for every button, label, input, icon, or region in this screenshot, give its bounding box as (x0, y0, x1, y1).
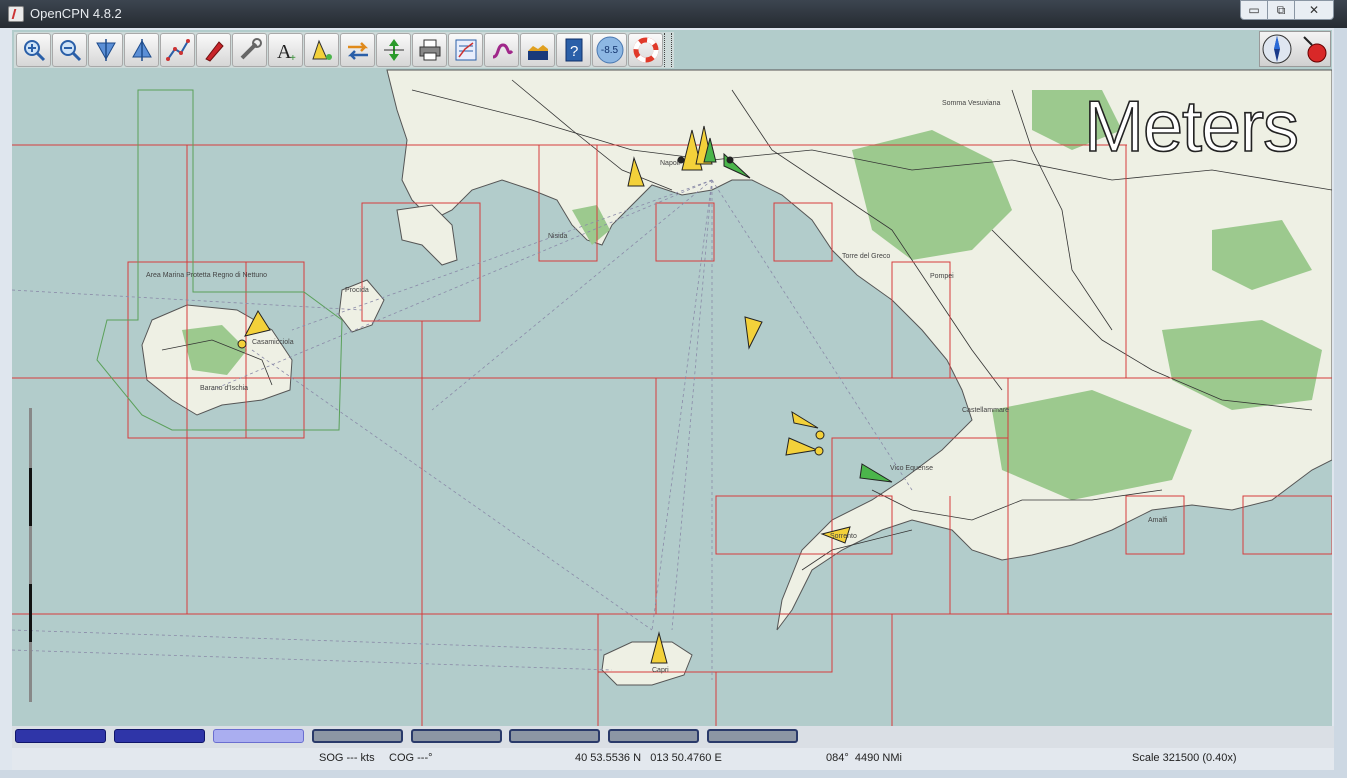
current-icon (347, 42, 368, 60)
ais-anchor-marker (814, 446, 824, 456)
ais-anchor-marker (237, 339, 247, 349)
zoom-level-badge[interactable]: -8.5 (592, 33, 627, 67)
window-border-right (1334, 28, 1347, 778)
piano-key[interactable] (608, 729, 699, 743)
print-button[interactable] (412, 33, 447, 67)
opencpn-window: OpenCPN 4.8.2 ▭ ⧉ ✕ Area Marina Protetta… (0, 0, 1347, 778)
place-label: Casamicciola (252, 339, 294, 346)
tide-icon (383, 39, 404, 61)
color-scheme-icon (527, 45, 548, 60)
main-toolbar: A + ? -8.5 (14, 32, 674, 68)
chart-scale-bar (29, 408, 32, 702)
svg-text:?: ? (570, 43, 578, 60)
zoom-in-button[interactable] (16, 33, 51, 67)
place-label: Torre del Greco (842, 253, 890, 260)
create-route-button[interactable] (160, 33, 195, 67)
color-scheme-button[interactable] (520, 33, 555, 67)
zoom-in-icon (23, 40, 45, 62)
sog-readout: SOG --- kts (319, 752, 375, 764)
place-label: Vico Equense (890, 465, 933, 472)
title-bar[interactable]: OpenCPN 4.8.2 ▭ ⧉ ✕ (0, 0, 1347, 28)
scale-in-button[interactable] (88, 33, 123, 67)
piano-key-current[interactable] (213, 729, 304, 743)
currents-button[interactable] (340, 33, 375, 67)
svg-text:+: + (290, 53, 296, 63)
traffic-lanes (12, 179, 913, 680)
text-button[interactable]: A + (268, 33, 303, 67)
cursor-position-readout: 40 53.5536 N 013 50.4760 E (575, 752, 722, 764)
options-button[interactable] (232, 33, 267, 67)
print-icon (419, 39, 440, 61)
help-button[interactable]: ? (556, 33, 591, 67)
place-label: Barano d'Ischia (200, 385, 248, 392)
zoom-out-icon (59, 40, 81, 62)
place-label: Pompei (930, 273, 954, 280)
opencpn-app-icon (8, 6, 24, 22)
bearing-distance-readout: 084° 4490 NMi (826, 752, 902, 764)
settings-icon (240, 38, 262, 60)
piano-key[interactable] (707, 729, 798, 743)
minimize-button[interactable]: ▭ (1240, 0, 1268, 20)
ais-button[interactable] (304, 33, 339, 67)
scale-out-button[interactable] (124, 33, 159, 67)
status-bar: SOG --- kts COG ---° 40 53.5536 N 013 50… (12, 748, 1334, 770)
ais-vessel (859, 463, 893, 483)
route-manager-button[interactable] (448, 33, 483, 67)
follow-ship-icon (204, 41, 224, 62)
place-label: Procida (345, 287, 369, 294)
compass-icon (1262, 34, 1327, 64)
zoom-level-value: -8.5 (600, 44, 619, 56)
place-label: Napoli (660, 160, 680, 167)
place-label: Sorrento (830, 533, 857, 540)
ais-anchor-marker (726, 156, 734, 164)
route-icon (165, 39, 190, 61)
miseno-cape (396, 204, 458, 266)
window-title: OpenCPN 4.8.2 (30, 6, 122, 21)
piano-key[interactable] (411, 729, 502, 743)
ais-anchor-marker (815, 430, 825, 440)
ais-vessel (744, 316, 763, 350)
maximize-button[interactable]: ⧉ (1267, 0, 1295, 20)
place-label: Somma Vesuviana (942, 100, 1000, 107)
tides-button[interactable] (376, 33, 411, 67)
scale-readout: Scale 321500 (0.40x) (1132, 752, 1237, 764)
piano-key[interactable] (509, 729, 600, 743)
ais-icon (311, 39, 332, 60)
follow-ship-button[interactable] (196, 33, 231, 67)
zoom-out-button[interactable] (52, 33, 87, 67)
piano-key[interactable] (15, 729, 106, 743)
scale-in-icon (95, 39, 116, 61)
man-overboard-button[interactable] (628, 33, 663, 67)
toolbar-grip[interactable] (664, 33, 672, 67)
close-button[interactable]: ✕ (1294, 0, 1334, 20)
text-icon: A+ (277, 41, 296, 63)
route-manager-icon (455, 39, 476, 61)
piano-key[interactable] (114, 729, 205, 743)
track-button[interactable] (484, 33, 519, 67)
track-icon (492, 43, 513, 59)
place-label: Amalfi (1148, 517, 1168, 524)
place-label: Area Marina Protetta Regno di Nettuno (146, 272, 267, 279)
piano-key[interactable] (312, 729, 403, 743)
ais-vessel (791, 410, 819, 429)
compass-gps-widget[interactable] (1259, 31, 1331, 67)
cog-readout: COG ---° (389, 752, 433, 764)
place-label: Nisida (548, 233, 568, 240)
ais-vessel (785, 437, 819, 456)
mob-icon (633, 37, 658, 63)
place-label: Capri (652, 667, 669, 674)
help-icon: ? (565, 38, 582, 62)
scale-out-icon (131, 39, 152, 61)
chart-piano-bar (12, 726, 1334, 748)
place-label: Castellammare (962, 407, 1009, 414)
capri-island (601, 641, 693, 686)
depth-unit-overlay: Meters (1083, 86, 1300, 168)
window-border-bottom (0, 770, 1347, 778)
